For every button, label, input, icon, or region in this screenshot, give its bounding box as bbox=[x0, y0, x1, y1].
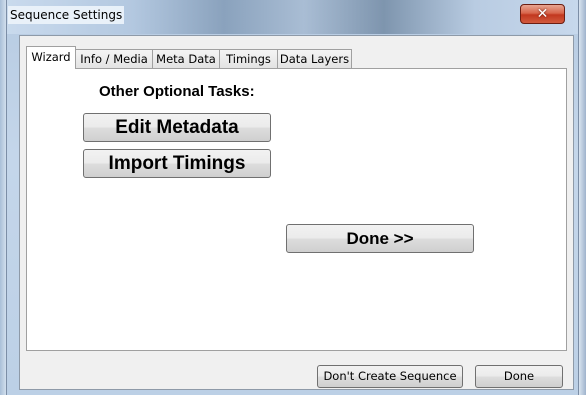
tab-strip: Wizard Info / Media Meta Data Timings Da… bbox=[26, 46, 566, 69]
close-icon: ✕ bbox=[536, 6, 549, 22]
import-timings-button[interactable]: Import Timings bbox=[83, 149, 271, 178]
tab-meta-data[interactable]: Meta Data bbox=[152, 49, 220, 68]
screen: Sequence Settings ✕ Wizard Info / Media … bbox=[0, 0, 586, 395]
dialog-client-area: Wizard Info / Media Meta Data Timings Da… bbox=[19, 35, 574, 390]
tab-data-layers[interactable]: Data Layers bbox=[277, 49, 352, 68]
background-strip-right bbox=[579, 0, 586, 395]
close-button[interactable]: ✕ bbox=[520, 4, 565, 24]
window-title: Sequence Settings bbox=[8, 6, 125, 24]
tab-timings[interactable]: Timings bbox=[219, 49, 278, 68]
title-bar[interactable]: Sequence Settings ✕ bbox=[7, 0, 578, 34]
wizard-tab-panel: Other Optional Tasks: Edit Metadata Impo… bbox=[26, 68, 567, 351]
dont-create-sequence-button[interactable]: Don't Create Sequence bbox=[317, 365, 463, 388]
wizard-done-button[interactable]: Done >> bbox=[286, 224, 474, 253]
sequence-settings-dialog: Sequence Settings ✕ Wizard Info / Media … bbox=[6, 0, 579, 395]
tab-info-media[interactable]: Info / Media bbox=[75, 49, 153, 68]
tab-wizard[interactable]: Wizard bbox=[26, 46, 76, 69]
optional-tasks-heading: Other Optional Tasks: bbox=[99, 83, 255, 100]
edit-metadata-button[interactable]: Edit Metadata bbox=[83, 113, 271, 142]
done-button[interactable]: Done bbox=[475, 365, 563, 388]
